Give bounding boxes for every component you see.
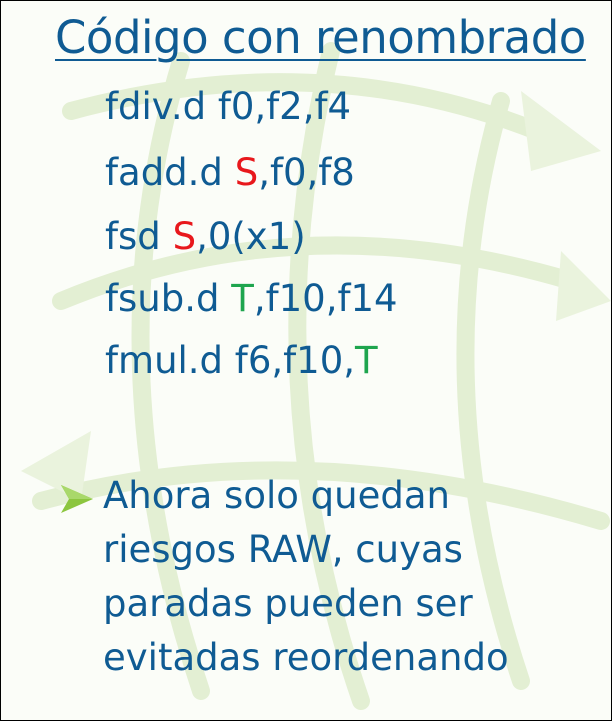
code-line-1: fdiv.d f0,f2,f4 (105, 85, 351, 128)
bullet-line: paradas pueden ser (103, 582, 473, 625)
code-line-4: fsub.d T,f10,f14 (105, 277, 398, 320)
bullet-line: Ahora solo quedan (103, 474, 450, 517)
code-text: fadd.d (105, 151, 235, 194)
code-line-5: fmul.d f6,f10,T (105, 339, 378, 382)
code-line-3: fsd S,0(x1) (105, 215, 306, 258)
code-text: fsub.d (105, 277, 232, 320)
renamed-register-s: S (234, 151, 259, 194)
bullet-item: Ahora solo quedan riesgos RAW, cuyas par… (57, 469, 563, 685)
code-text: ,f0,f8 (258, 151, 355, 194)
code-text: fdiv.d f0,f2,f4 (105, 85, 352, 128)
slide-title: Código con renombrado (55, 11, 586, 64)
arrow-bullet-icon (61, 485, 93, 513)
renamed-register-s: S (172, 215, 197, 258)
code-text: fmul.d f6,f10, (105, 339, 356, 382)
code-text: ,0(x1) (196, 215, 306, 258)
renamed-register-t: T (231, 277, 254, 320)
slide: Código con renombrado fdiv.d f0,f2,f4 fa… (0, 0, 612, 721)
code-line-2: fadd.d S,f0,f8 (105, 151, 355, 194)
renamed-register-t: T (355, 339, 378, 382)
bullet-text: Ahora solo quedan riesgos RAW, cuyas par… (103, 469, 563, 685)
code-text: ,f10,f14 (253, 277, 398, 320)
code-text: fsd (105, 215, 173, 258)
bullet-line: evitadas reordenando (103, 636, 509, 679)
bullet-line: riesgos RAW, cuyas (103, 528, 463, 571)
